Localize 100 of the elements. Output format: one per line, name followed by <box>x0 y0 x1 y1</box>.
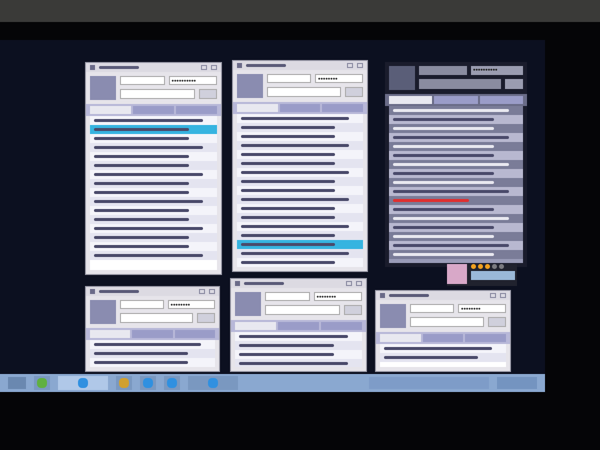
minimize-button[interactable] <box>490 293 496 298</box>
message-row[interactable] <box>90 251 217 260</box>
close-button[interactable] <box>500 293 506 298</box>
message-row[interactable] <box>237 123 363 132</box>
text-input[interactable] <box>419 79 501 89</box>
message-row[interactable] <box>90 170 217 179</box>
app-icon <box>37 378 47 388</box>
message-row[interactable] <box>90 197 217 206</box>
message-row[interactable] <box>90 349 215 358</box>
message-row[interactable] <box>90 134 217 143</box>
message-row[interactable] <box>235 359 362 367</box>
message-row[interactable] <box>90 179 217 188</box>
text-input[interactable] <box>267 87 341 97</box>
account-dropdown[interactable] <box>120 300 164 309</box>
message-row[interactable] <box>237 141 363 150</box>
close-button[interactable] <box>209 289 215 294</box>
message-row[interactable] <box>235 350 362 359</box>
message-row[interactable] <box>237 159 363 168</box>
minimize-button[interactable] <box>199 289 205 294</box>
message-row[interactable] <box>389 214 523 223</box>
message-row[interactable] <box>237 132 363 141</box>
app-icon <box>167 378 177 388</box>
message-row[interactable] <box>237 204 363 213</box>
illegible-text-line <box>246 64 286 67</box>
message-row[interactable] <box>389 106 523 115</box>
message-row[interactable] <box>380 353 506 362</box>
message-row[interactable] <box>237 114 363 123</box>
message-row[interactable] <box>90 340 215 349</box>
text-input[interactable] <box>410 317 484 327</box>
minimize-button[interactable] <box>346 281 352 286</box>
message-row[interactable] <box>90 188 217 197</box>
message-row[interactable] <box>90 242 217 251</box>
send-button[interactable] <box>488 317 506 327</box>
close-button[interactable] <box>357 63 363 68</box>
illegible-text-line <box>99 66 139 69</box>
message-row[interactable] <box>90 233 217 242</box>
send-button[interactable] <box>344 305 362 315</box>
message-row[interactable] <box>380 344 506 353</box>
account-dropdown[interactable] <box>267 74 311 83</box>
message-row[interactable] <box>90 116 217 125</box>
message-row[interactable] <box>90 224 217 233</box>
message-row[interactable] <box>237 168 363 177</box>
message-row[interactable] <box>237 150 363 159</box>
message-row[interactable] <box>237 249 363 258</box>
message-row[interactable] <box>389 232 523 241</box>
message-row[interactable] <box>90 358 215 367</box>
app-icon <box>78 378 88 388</box>
message-row[interactable] <box>90 125 217 134</box>
account-dropdown[interactable] <box>410 304 454 313</box>
message-row[interactable] <box>389 151 523 160</box>
message-row[interactable] <box>389 250 523 259</box>
app-icon <box>380 293 385 298</box>
message-row[interactable] <box>90 152 217 161</box>
send-button[interactable] <box>199 89 217 99</box>
text-input[interactable] <box>265 305 340 315</box>
illegible-text-line <box>389 294 429 297</box>
text-input[interactable] <box>120 89 195 99</box>
message-row[interactable] <box>237 177 363 186</box>
message-row[interactable] <box>237 240 363 249</box>
message-row[interactable] <box>389 223 523 232</box>
message-row[interactable] <box>235 341 362 350</box>
account-dropdown[interactable] <box>120 76 164 85</box>
text-input[interactable] <box>120 313 193 323</box>
close-button[interactable] <box>211 65 217 70</box>
message-row[interactable] <box>90 161 217 170</box>
message-row[interactable] <box>237 186 363 195</box>
message-row[interactable] <box>90 206 217 215</box>
message-row[interactable] <box>389 241 523 250</box>
app-icon <box>143 378 153 388</box>
message-row[interactable] <box>389 160 523 169</box>
app-icon <box>90 289 95 294</box>
message-row[interactable] <box>389 187 523 196</box>
message-row[interactable] <box>389 169 523 178</box>
illegible-text-line <box>99 290 139 293</box>
app-icon <box>237 63 242 68</box>
avatar-picture <box>447 264 467 284</box>
message-row[interactable] <box>389 124 523 133</box>
message-row[interactable] <box>237 231 363 240</box>
send-button[interactable] <box>197 313 215 323</box>
account-dropdown[interactable] <box>265 292 310 301</box>
taskbar-item[interactable] <box>58 376 108 390</box>
start-button[interactable] <box>8 377 26 389</box>
message-row[interactable] <box>389 205 523 214</box>
minimize-button[interactable] <box>347 63 353 68</box>
message-row[interactable] <box>389 133 523 142</box>
send-button[interactable] <box>345 87 363 97</box>
close-button[interactable] <box>356 281 362 286</box>
message-row[interactable] <box>90 215 217 224</box>
message-row[interactable] <box>90 143 217 152</box>
minimize-button[interactable] <box>201 65 207 70</box>
message-row[interactable] <box>237 258 363 267</box>
message-row[interactable] <box>237 213 363 222</box>
message-row[interactable] <box>237 222 363 231</box>
app-icon <box>208 378 218 388</box>
message-row[interactable] <box>389 142 523 151</box>
message-row[interactable] <box>237 195 363 204</box>
app-icon <box>235 281 240 286</box>
message-row[interactable] <box>389 178 523 187</box>
message-row[interactable] <box>389 115 523 124</box>
message-row[interactable] <box>235 332 362 341</box>
